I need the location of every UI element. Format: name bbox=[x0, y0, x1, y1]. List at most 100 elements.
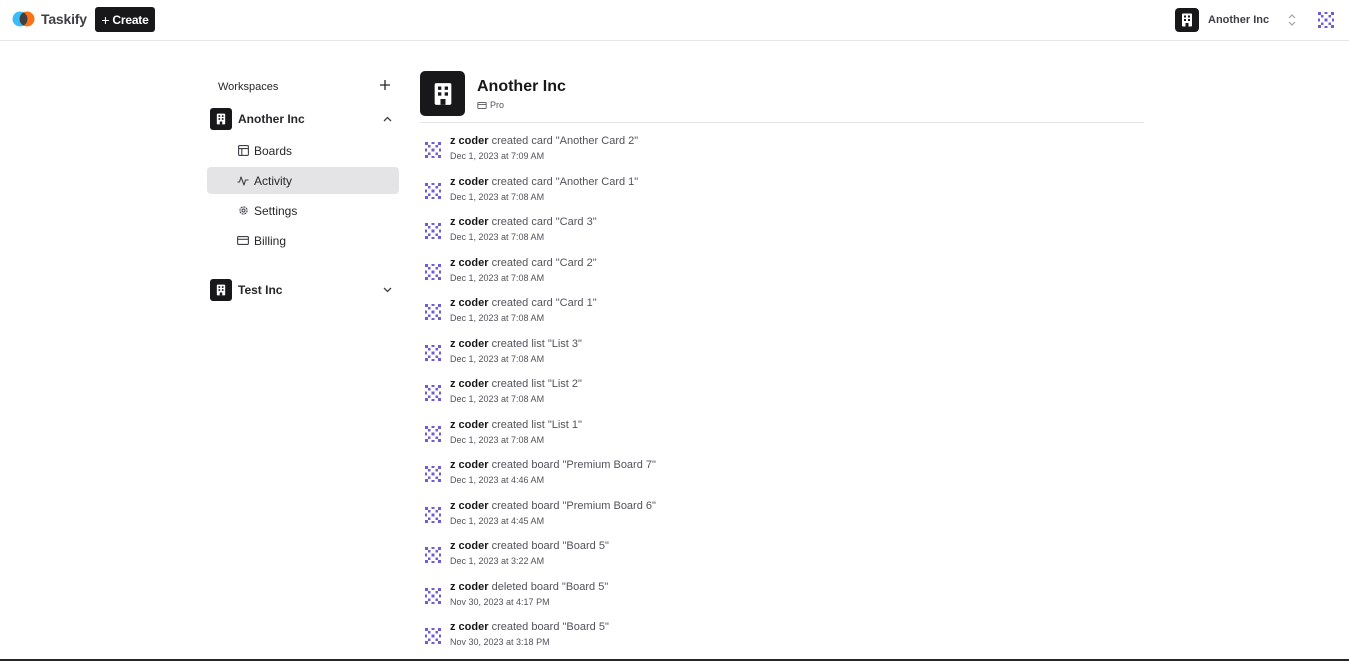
activity-timestamp: Dec 1, 2023 at 7:09 AM bbox=[450, 151, 545, 161]
activity-action: created board "Board 5" bbox=[491, 621, 609, 633]
activity-timestamp: Dec 1, 2023 at 4:46 AM bbox=[450, 475, 545, 485]
org-plan-label: Pro bbox=[490, 100, 505, 110]
activity-action: created card "Card 3" bbox=[491, 216, 597, 228]
activity-user: z coder bbox=[450, 256, 489, 269]
user-avatar-icon bbox=[425, 182, 441, 199]
activity-message: z coder created card "Another Card 1" bbox=[450, 176, 638, 188]
building-icon bbox=[216, 284, 226, 296]
activity-timestamp: Nov 30, 2023 at 4:17 PM bbox=[450, 596, 550, 607]
activity-message: z coder created card "Card 2" bbox=[450, 257, 597, 269]
activity-user: z coder bbox=[450, 175, 489, 188]
sidebar-item-label: Activity bbox=[254, 173, 293, 188]
user-avatar-icon bbox=[425, 425, 441, 442]
activity-message: z coder created card "Card 1" bbox=[450, 297, 597, 309]
building-icon bbox=[1182, 13, 1192, 27]
activity-action: created board "Premium Board 6" bbox=[491, 499, 656, 512]
workspaces-heading: Workspaces bbox=[218, 81, 279, 93]
activity-list: z coder created card "Another Card 2" De… bbox=[420, 134, 1144, 661]
activity-message: z coder deleted board "Board 5" bbox=[450, 581, 608, 593]
sidebar-item-billing[interactable]: Billing bbox=[207, 227, 399, 254]
org-avatar bbox=[210, 279, 232, 301]
activity-message: z coder created list "List 3" bbox=[450, 338, 582, 350]
plus-icon bbox=[380, 80, 390, 90]
activity-user: z coder bbox=[450, 621, 489, 633]
credit-card-icon bbox=[237, 235, 249, 247]
activity-action: created card "Card 2" bbox=[491, 256, 597, 269]
activity-message: z coder created board "Board 5" bbox=[450, 621, 609, 633]
activity-message: z coder created card "Another Card 2" bbox=[450, 135, 638, 147]
activity-timestamp: Dec 1, 2023 at 7:08 AM bbox=[450, 353, 545, 364]
activity-item: z coder created board "Board 5" Dec 1, 2… bbox=[420, 539, 1144, 580]
building-icon bbox=[216, 113, 226, 125]
user-avatar-icon bbox=[425, 385, 441, 401]
add-workspace-button[interactable] bbox=[378, 78, 392, 92]
create-button[interactable]: + Create bbox=[95, 7, 155, 32]
top-navbar: Taskify + Create Another Inc bbox=[0, 0, 1349, 41]
sidebar-item-boards[interactable]: Boards bbox=[207, 137, 399, 164]
activity-user: z coder bbox=[450, 459, 489, 471]
org-title: Another Inc bbox=[477, 78, 566, 95]
activity-action: created list "List 3" bbox=[491, 337, 582, 350]
org-name: Another Inc bbox=[238, 112, 305, 126]
credit-card-icon bbox=[477, 101, 487, 109]
plus-icon: + bbox=[101, 11, 110, 28]
app-logo[interactable]: Taskify bbox=[12, 9, 87, 29]
activity-item: z coder created list "List 1" Dec 1, 202… bbox=[420, 418, 1144, 459]
activity-timestamp: Dec 1, 2023 at 7:08 AM bbox=[450, 313, 545, 323]
activity-user: z coder bbox=[450, 499, 489, 512]
layout-icon bbox=[237, 145, 249, 157]
sidebar-item-label: Billing bbox=[254, 233, 287, 248]
user-avatar-button[interactable] bbox=[1318, 12, 1334, 28]
activity-user: z coder bbox=[450, 580, 489, 593]
activity-user: z coder bbox=[450, 540, 489, 552]
org-accordion-test-inc[interactable]: Test Inc bbox=[207, 277, 400, 303]
activity-item: z coder created card "Another Card 2" De… bbox=[420, 134, 1144, 175]
user-avatar-icon bbox=[1318, 12, 1334, 28]
activity-item: z coder created card "Card 3" Dec 1, 202… bbox=[420, 215, 1144, 256]
activity-action: created board "Premium Board 7" bbox=[491, 459, 656, 471]
user-avatar-icon bbox=[425, 223, 441, 239]
activity-user: z coder bbox=[450, 216, 489, 228]
sidebar-item-settings[interactable]: Settings bbox=[207, 197, 399, 224]
org-big-avatar bbox=[420, 71, 465, 116]
user-avatar-icon bbox=[425, 304, 441, 320]
activity-timestamp: Dec 1, 2023 at 7:08 AM bbox=[450, 272, 545, 283]
user-avatar-icon bbox=[425, 344, 441, 361]
activity-timestamp: Dec 1, 2023 at 7:08 AM bbox=[450, 434, 545, 445]
activity-item: z coder created board "Premium Board 7" … bbox=[420, 458, 1144, 499]
activity-user: z coder bbox=[450, 337, 489, 350]
create-button-label: Create bbox=[112, 12, 149, 27]
org-avatar bbox=[210, 108, 232, 130]
sidebar-item-label: Settings bbox=[254, 203, 298, 218]
activity-user: z coder bbox=[450, 135, 489, 147]
activity-timestamp: Dec 1, 2023 at 7:08 AM bbox=[450, 232, 545, 242]
org-accordion-another-inc[interactable]: Another Inc bbox=[207, 106, 400, 132]
activity-message: z coder created card "Card 3" bbox=[450, 216, 597, 228]
activity-message: z coder created board "Premium Board 7" bbox=[450, 459, 656, 471]
activity-action: created card "Another Card 2" bbox=[491, 135, 639, 147]
activity-item: z coder created list "List 3" Dec 1, 202… bbox=[420, 337, 1144, 378]
activity-action: created card "Card 1" bbox=[491, 297, 597, 309]
activity-message: z coder created board "Board 5" bbox=[450, 540, 609, 552]
activity-action: deleted board "Board 5" bbox=[491, 580, 609, 593]
user-avatar-icon bbox=[425, 628, 441, 644]
workspace-switcher[interactable]: Another Inc bbox=[1175, 8, 1299, 32]
activity-user: z coder bbox=[450, 418, 489, 431]
activity-item: z coder created card "Card 2" Dec 1, 202… bbox=[420, 256, 1144, 297]
activity-timestamp: Nov 30, 2023 at 3:18 PM bbox=[450, 637, 550, 647]
activity-timestamp: Dec 1, 2023 at 7:08 AM bbox=[450, 394, 545, 404]
activity-item: z coder created board "Premium Board 6" … bbox=[420, 499, 1144, 540]
activity-message: z coder created list "List 1" bbox=[450, 419, 582, 431]
activity-item: z coder deleted board "Board 5" Nov 30, … bbox=[420, 580, 1144, 621]
user-avatar-icon bbox=[425, 547, 441, 563]
workspace-switcher-label: Another Inc bbox=[1208, 14, 1270, 26]
user-avatar-icon bbox=[425, 142, 441, 158]
org-name: Test Inc bbox=[238, 283, 283, 297]
chevron-up-icon bbox=[380, 112, 394, 126]
activity-item: z coder created board "Board 5" Nov 30, … bbox=[420, 620, 1144, 661]
sidebar-item-activity[interactable]: Activity bbox=[207, 167, 399, 194]
separator bbox=[420, 122, 1144, 123]
activity-timestamp: Dec 1, 2023 at 3:22 AM bbox=[450, 556, 545, 566]
user-avatar-icon bbox=[425, 506, 441, 523]
activity-item: z coder created card "Another Card 1" De… bbox=[420, 175, 1144, 216]
